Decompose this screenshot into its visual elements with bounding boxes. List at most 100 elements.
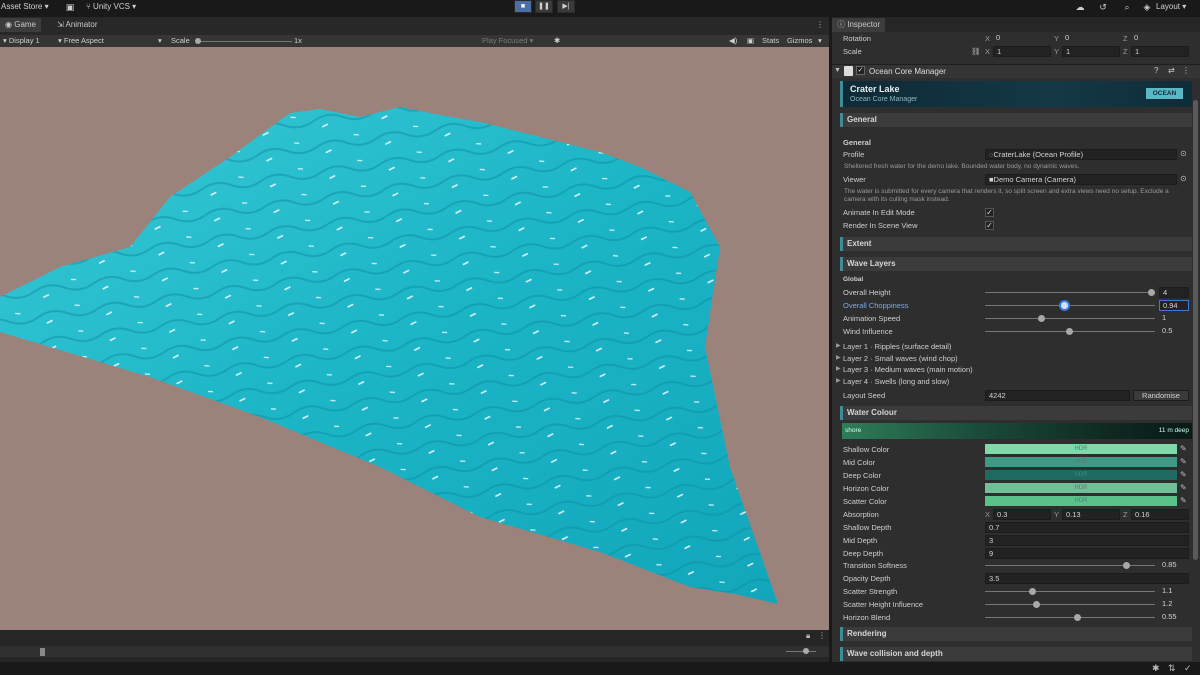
component-enabled-checkbox[interactable]: ✓: [856, 66, 865, 75]
overall-choppiness-knob[interactable]: [1061, 302, 1068, 309]
pause-button[interactable]: ❚❚: [535, 0, 553, 13]
viewer-field[interactable]: ■Demo Camera (Camera): [985, 174, 1177, 185]
gizmos-button[interactable]: Gizmos: [787, 36, 812, 45]
scatter-height-slider[interactable]: [985, 604, 1155, 605]
eyedropper-icon[interactable]: ✎: [1180, 483, 1187, 492]
aspect-chevron-icon[interactable]: ▾: [158, 36, 162, 45]
scatter-strength-slider[interactable]: [985, 591, 1155, 592]
package-icon[interactable]: ▣: [64, 1, 76, 13]
play-button[interactable]: ■: [514, 0, 532, 13]
scatter-height-field[interactable]: 1.2: [1159, 599, 1189, 610]
opacity-depth-field[interactable]: 3.5: [985, 573, 1189, 584]
zoom-slider-knob[interactable]: [803, 648, 809, 654]
component-header[interactable]: ▼ ✓ Ocean Core Manager ? ⇄ ⋮: [832, 64, 1200, 78]
scatter-strength-knob[interactable]: [1029, 588, 1036, 595]
transition-softness-field[interactable]: 0.85: [1159, 560, 1189, 571]
animate-edit-mode-checkbox[interactable]: ✓: [985, 208, 994, 217]
scatter-height-knob[interactable]: [1033, 601, 1040, 608]
asset-store-menu[interactable]: Asset Store ▾: [1, 2, 49, 11]
shallow-color-swatch[interactable]: HDR: [985, 444, 1177, 454]
debug-icon[interactable]: ✱: [1152, 663, 1160, 674]
section-rendering[interactable]: Rendering: [840, 627, 1192, 641]
rotation-x-field[interactable]: 0: [993, 33, 1051, 44]
layers-icon[interactable]: ◈: [1141, 1, 1153, 13]
scatter-strength-field[interactable]: 1.1: [1159, 586, 1189, 597]
gizmos-dropdown-icon[interactable]: ▾: [818, 36, 822, 45]
help-icon[interactable]: ?: [1154, 66, 1158, 75]
cloud-icon[interactable]: ☁: [1074, 1, 1086, 13]
scatter-color-swatch[interactable]: HDR: [985, 496, 1177, 506]
overall-choppiness-field[interactable]: 0.94: [1159, 300, 1189, 311]
profile-field[interactable]: ◌CraterLake (Ocean Profile): [985, 149, 1177, 160]
component-menu-icon[interactable]: ⋮: [1182, 66, 1190, 75]
foldout-arrow-icon[interactable]: ▼: [834, 67, 841, 74]
more-options-icon-bottom[interactable]: ⋮: [818, 631, 826, 640]
scale-slider-knob[interactable]: [195, 38, 201, 44]
eyedropper-icon[interactable]: ✎: [1180, 444, 1187, 453]
transition-softness-knob[interactable]: [1123, 562, 1130, 569]
absorption-y-field[interactable]: 0.13: [1062, 509, 1120, 520]
layout-seed-field[interactable]: 4242: [985, 390, 1130, 401]
vcs-menu[interactable]: ⑂ Unity VCS ▾: [86, 2, 136, 11]
stats-button[interactable]: Stats: [762, 36, 779, 45]
overall-height-knob[interactable]: [1148, 289, 1155, 296]
eyedropper-icon[interactable]: ✎: [1180, 457, 1187, 466]
zoom-slider[interactable]: [786, 651, 816, 652]
render-scene-view-checkbox[interactable]: ✓: [985, 221, 994, 230]
layer-3-foldout[interactable]: ▶ Layer 3 · Medium waves (main motion): [832, 364, 1192, 376]
absorption-x-field[interactable]: 0.3: [993, 509, 1051, 520]
scale-y-field[interactable]: 1: [1062, 46, 1120, 57]
object-picker-icon[interactable]: ⊙: [1180, 149, 1187, 158]
overall-choppiness-slider[interactable]: [985, 305, 1155, 306]
deep-depth-field[interactable]: 9: [985, 548, 1189, 559]
rotation-y-field[interactable]: 0: [1062, 33, 1120, 44]
step-button[interactable]: ▶|: [557, 0, 575, 13]
wind-influence-field[interactable]: 0.5: [1159, 326, 1189, 337]
timeline-handle[interactable]: [40, 648, 45, 656]
camera-icon[interactable]: ▣: [747, 36, 754, 45]
section-wave-collision[interactable]: Wave collision and depth: [840, 647, 1192, 661]
animation-speed-field[interactable]: 1: [1159, 313, 1189, 324]
aspect-dropdown[interactable]: ▾ Free Aspect: [58, 36, 104, 45]
overall-height-field[interactable]: 4: [1159, 287, 1189, 298]
rotation-z-field[interactable]: 0: [1131, 33, 1189, 44]
mute-audio-icon[interactable]: ◀): [729, 36, 737, 45]
layer-4-foldout[interactable]: ▶ Layer 4 · Swells (long and slow): [832, 376, 1192, 388]
network-icon[interactable]: ⇅: [1168, 663, 1176, 674]
horizon-blend-slider[interactable]: [985, 617, 1155, 618]
layout-menu[interactable]: Layout ▾: [1156, 2, 1186, 11]
tab-animator[interactable]: ⇲ Animator: [52, 18, 103, 32]
tab-inspector[interactable]: ⓘ Inspector: [832, 18, 886, 32]
timeline-bar[interactable]: [0, 646, 829, 657]
mid-color-swatch[interactable]: HDR: [985, 457, 1177, 467]
section-general[interactable]: General: [840, 113, 1192, 127]
section-wave-layers[interactable]: Wave Layers: [840, 257, 1192, 271]
section-water-colour[interactable]: Water Colour: [840, 406, 1192, 420]
search-icon[interactable]: ⌕: [1121, 1, 1133, 13]
eyedropper-icon[interactable]: ✎: [1180, 496, 1187, 505]
scale-x-field[interactable]: 1: [993, 46, 1051, 57]
notifications-icon[interactable]: ✓: [1184, 663, 1192, 674]
horizon-color-swatch[interactable]: HDR: [985, 483, 1177, 493]
game-viewport[interactable]: [0, 47, 829, 630]
display-dropdown[interactable]: ▾ Display 1: [3, 36, 40, 45]
lock-icon[interactable]: 🔒︎: [806, 631, 810, 641]
tab-game[interactable]: ◉ Game: [0, 18, 42, 32]
animation-speed-knob[interactable]: [1038, 315, 1045, 322]
link-icon[interactable]: ⛓: [971, 47, 981, 56]
randomise-button[interactable]: Randomise: [1133, 390, 1189, 401]
more-options-icon[interactable]: ⋮: [816, 20, 824, 29]
horizon-blend-knob[interactable]: [1074, 614, 1081, 621]
scale-z-field[interactable]: 1: [1131, 46, 1189, 57]
deep-color-swatch[interactable]: HDR: [985, 470, 1177, 480]
horizon-blend-field[interactable]: 0.55: [1159, 612, 1189, 623]
preset-icon[interactable]: ⇄: [1168, 66, 1175, 75]
animation-speed-slider[interactable]: [985, 318, 1155, 319]
history-icon[interactable]: ↺: [1097, 1, 1109, 13]
absorption-z-field[interactable]: 0.16: [1131, 509, 1189, 520]
mid-depth-field[interactable]: 3: [985, 535, 1189, 546]
wind-influence-knob[interactable]: [1066, 328, 1073, 335]
object-picker-icon[interactable]: ⊙: [1180, 174, 1187, 183]
shallow-depth-field[interactable]: 0.7: [985, 522, 1189, 533]
play-focused-dropdown[interactable]: Play Focused ▾: [482, 36, 533, 45]
